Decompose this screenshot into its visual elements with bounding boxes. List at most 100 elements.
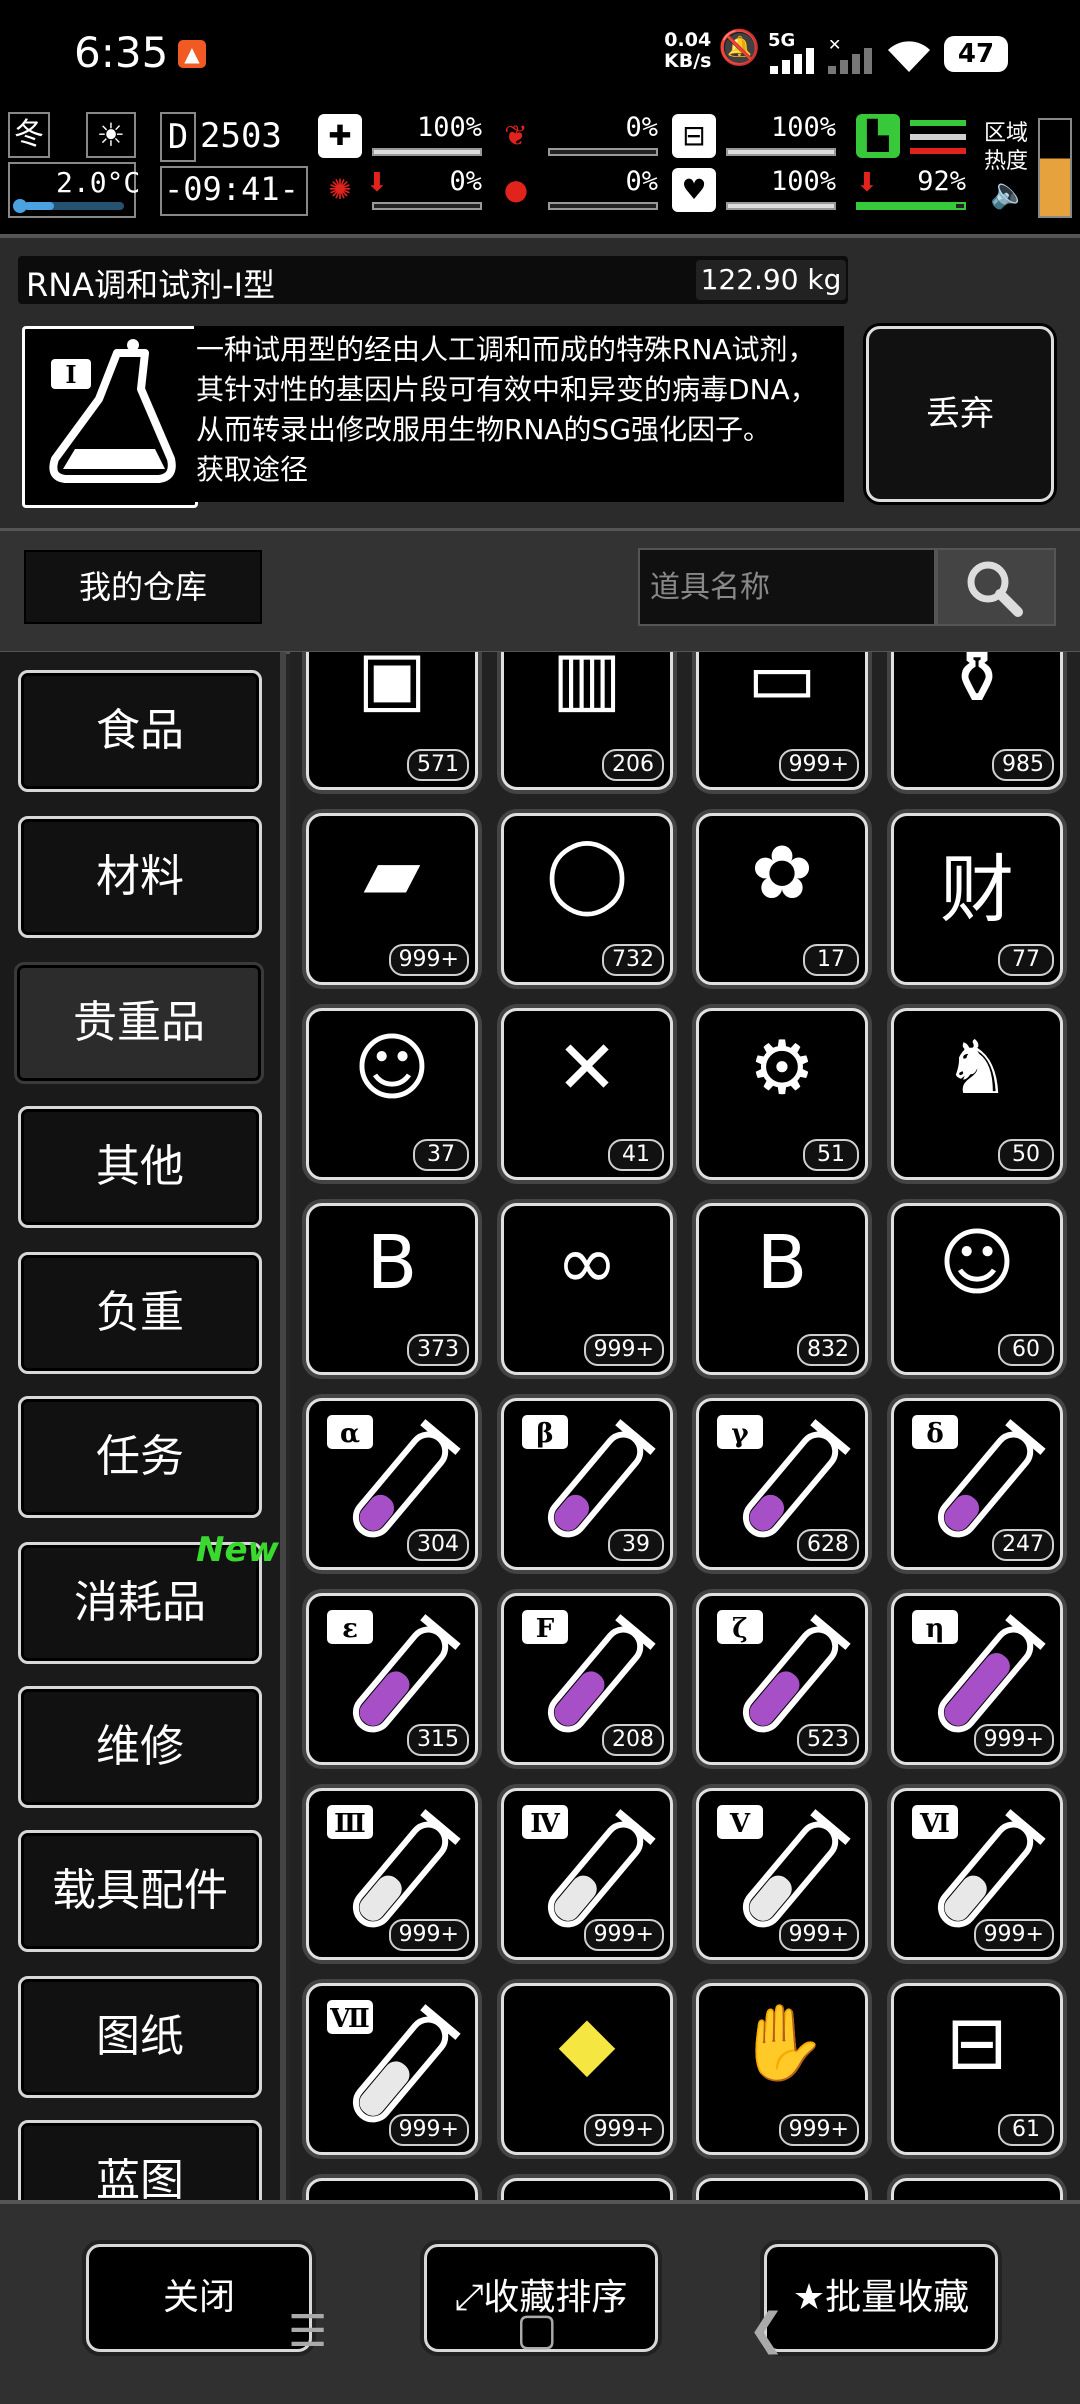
inventory-slot[interactable]: ▥ 206 [501,652,673,790]
inventory-slot[interactable]: δ 247 [891,1398,1063,1570]
rabbit-seed-bag-icon: ✿ [750,830,813,916]
inventory-slot[interactable]: γ 628 [696,1398,868,1570]
tube-label: Ⅳ [530,1809,560,1839]
inventory-slot[interactable]: B 832 [696,1203,868,1375]
item-count: 628 [797,1529,859,1561]
stat-blood-bar [548,202,658,210]
first-aid-icon: ✚ [318,114,362,158]
inventory-slot[interactable]: F 208 [501,1593,673,1765]
inventory-slot[interactable]: Ⅵ 999+ [891,1788,1063,1960]
tube-label: F [536,1614,555,1644]
category-drawings[interactable]: 图纸 [18,1976,262,2098]
flask-badge: I [65,360,76,389]
inventory-slot[interactable]: ∞ 999+ [501,1203,673,1375]
inventory-slot[interactable]: Ⅶ 999+ [306,1983,478,2155]
diamond-ring-icon: ◯ [545,830,629,916]
search-button[interactable] [936,548,1056,626]
inventory-slot[interactable]: ✕ 41 [501,1008,673,1180]
item-search-input[interactable] [638,548,936,626]
dna-ticket-icon: ∞ [556,1220,618,1306]
category-food[interactable]: 食品 [18,670,262,792]
inventory-slot[interactable]: η 999+ [891,1593,1063,1765]
category-materials[interactable]: 材料 [18,816,262,938]
my-warehouse-button[interactable]: 我的仓库 [24,550,262,624]
inventory-slot[interactable]: ε 315 [306,1593,478,1765]
category-vehicle-parts[interactable]: 载具配件 [18,1830,262,1952]
inventory-slot[interactable]: ◆ 999+ [501,1983,673,2155]
blood-drop-icon: ● [503,173,529,206]
item-count: 999+ [583,1919,664,1951]
category-valuables[interactable]: 贵重品 [14,962,264,1084]
category-other[interactable]: 其他 [18,1106,262,1228]
nav-back-icon[interactable]: ❮ [748,2304,785,2355]
signal-bars-2-icon: ✕ [828,35,876,78]
stat-water-value: 100% [770,112,836,143]
inventory-slot[interactable]: ✿ 17 [696,813,868,985]
battery-indicator: 47 [944,36,1008,72]
brain-icon: ✺ [328,173,352,206]
item-count: 832 [797,1334,859,1366]
inventory-slot[interactable]: ⚱ 985 [891,652,1063,790]
treasure-chest-icon: ▣ [357,652,427,721]
net-speed-value: 0.04 [664,29,712,51]
nav-home-icon[interactable]: ▢ [516,2304,558,2355]
discard-button[interactable]: 丢弃 [866,326,1054,502]
inventory-slot[interactable] [501,2178,673,2200]
inventory-slot[interactable]: ✋ 999+ [696,1983,868,2155]
inventory-slot[interactable]: B 373 [306,1203,478,1375]
category-repair[interactable]: 维修 [18,1686,262,1808]
inventory-slot[interactable]: α 304 [306,1398,478,1570]
inventory-slot[interactable]: 财 77 [891,813,1063,985]
speaker-icon[interactable]: 🔈 [990,176,1027,211]
inventory-slot[interactable]: ☺ 60 [891,1203,1063,1375]
inventory-slot[interactable]: ζ 523 [696,1593,868,1765]
inventory-slot[interactable]: ⊟ 61 [891,1983,1063,2155]
tube-label: η [926,1614,945,1644]
category-quest[interactable]: 任务 [18,1396,262,1518]
inventory-slot[interactable]: β 39 [501,1398,673,1570]
item-count: 985 [992,749,1054,781]
batch-favorite-label: 批量收藏 [825,2277,970,2318]
item-description[interactable]: 一种试用型的经由人工调和而成的特殊RNA试剂，其针对性的基因片段可有效中和异变的… [196,330,842,500]
inventory-slot[interactable]: ♞ 50 [891,1008,1063,1180]
inventory-slot[interactable] [306,2178,478,2200]
close-button[interactable]: 关闭 [86,2244,312,2352]
tube-label: δ [926,1419,943,1449]
tube-label: ζ [732,1614,747,1644]
tube-label: Ⅴ [729,1809,751,1839]
item-count: 999+ [583,2114,664,2146]
tube-label: Ⅲ [334,1809,366,1839]
inventory-slot[interactable] [891,2178,1063,2200]
cash-bundle-icon: ▭ [747,652,817,721]
item-count: 999+ [973,1919,1054,1951]
b-coin-bag-icon: B [756,1220,808,1306]
wifi-icon [886,38,932,78]
crossed-ticket-icon: ✕ [555,1025,618,1111]
inventory-slot[interactable]: Ⅳ 999+ [501,1788,673,1960]
temperature-value: 2.0°C [56,166,141,199]
inventory-slot[interactable]: Ⅴ 999+ [696,1788,868,1960]
inventory-slot[interactable]: ▰ 999+ [306,813,478,985]
tube-label: Ⅵ [919,1809,950,1839]
inventory-slot[interactable]: ◯ 732 [501,813,673,985]
batch-favorite-button[interactable]: ★批量收藏 [764,2244,998,2352]
inventory-slot[interactable]: ▭ 999+ [696,652,868,790]
item-count: 571 [407,749,469,781]
category-load[interactable]: 负重 [18,1252,262,1374]
scroll-icon: B [366,1220,418,1306]
inventory-slot[interactable]: ⚙ 51 [696,1008,868,1180]
robot-parts-icon: ⚙ [748,1025,816,1111]
mute-bell-icon: 🔕 [718,28,761,68]
water-tank-icon: ⊟ [672,114,716,158]
inventory-slot[interactable] [696,2178,868,2200]
category-blueprints[interactable]: 蓝图 [18,2120,262,2200]
day-icon: D [160,112,196,162]
inventory-slot[interactable]: ▣ 571 [306,652,478,790]
inventory-slot[interactable]: Ⅲ 999+ [306,1788,478,1960]
stat-stamina-bar [856,202,966,210]
sidebar-divider [280,652,286,2200]
inventory-slot[interactable]: ☺ 37 [306,1008,478,1180]
toolbox-icon: ⊟ [945,2000,1008,2086]
nav-menu-icon[interactable]: ☰ [288,2306,327,2357]
vase-icon: ⚱ [945,652,1008,721]
